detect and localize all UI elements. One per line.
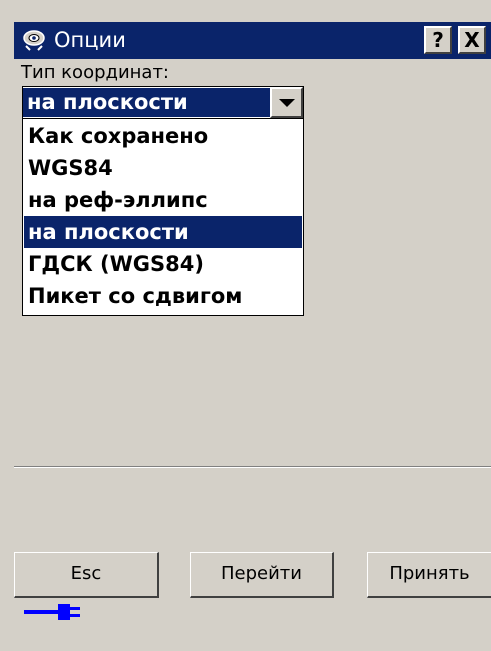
dropdown-option-as-saved[interactable]: Как сохранено: [24, 120, 302, 152]
goto-button[interactable]: Перейти: [190, 552, 334, 598]
help-button[interactable]: ?: [424, 26, 452, 54]
coord-type-combobox[interactable]: на плоскости: [22, 86, 304, 119]
window-title: Опции: [54, 28, 126, 52]
accept-button[interactable]: Принять: [367, 552, 491, 598]
coord-type-dropdown-list: Как сохранено WGS84 на реф-эллипс на пло…: [22, 118, 304, 316]
satellite-icon: [23, 30, 45, 51]
options-window: Опции ? X Тип координат: на плоскости Ка…: [0, 0, 491, 651]
combo-selected-value[interactable]: на плоскости: [23, 88, 271, 117]
coord-type-label: Тип координат:: [21, 62, 169, 83]
divider: [14, 466, 491, 468]
chevron-down-icon[interactable]: [270, 87, 303, 118]
close-icon: X: [464, 28, 480, 52]
title-bar: Опции ? X: [14, 22, 491, 59]
dropdown-option-picket-offset[interactable]: Пикет со сдвигом: [24, 280, 302, 312]
help-icon: ?: [432, 28, 444, 52]
close-button[interactable]: X: [458, 26, 486, 54]
plug-icon: [24, 604, 80, 620]
dropdown-option-gdsk-wgs84[interactable]: ГДСК (WGS84): [24, 248, 302, 280]
dropdown-option-plane[interactable]: на плоскости: [24, 216, 302, 248]
esc-button[interactable]: Esc: [14, 552, 159, 598]
dropdown-option-wgs84[interactable]: WGS84: [24, 152, 302, 184]
dropdown-option-ref-ellipse[interactable]: на реф-эллипс: [24, 184, 302, 216]
